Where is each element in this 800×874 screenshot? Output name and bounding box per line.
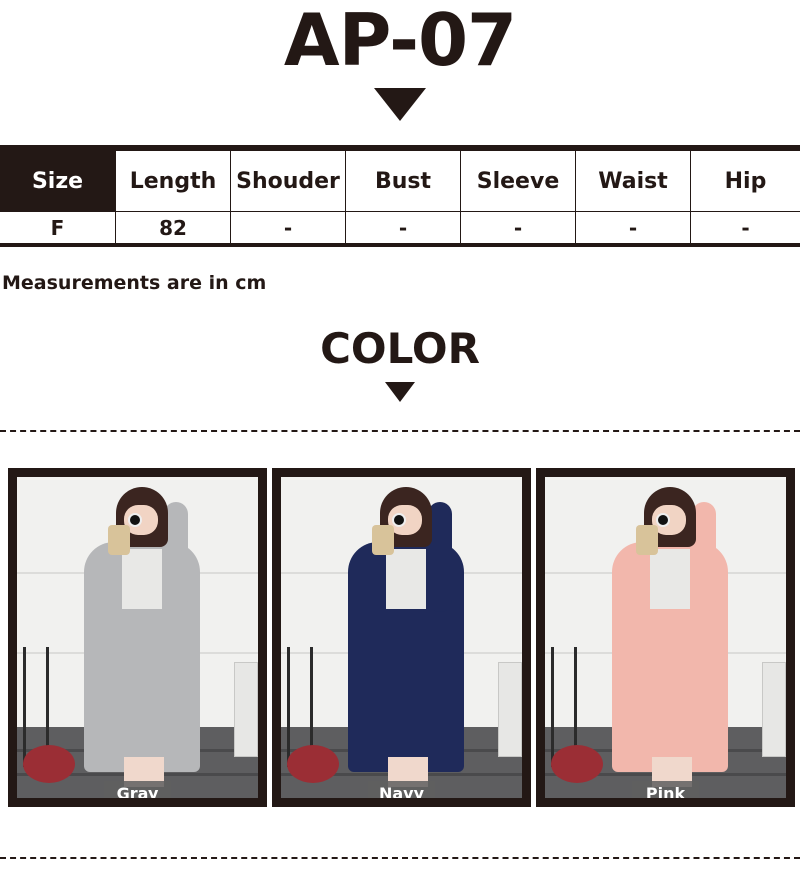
cell-hip: - xyxy=(741,215,750,240)
color-section-title: COLOR xyxy=(320,324,480,373)
cell-size: F xyxy=(0,212,116,243)
header-sleeve: Sleeve xyxy=(461,151,576,211)
down-triangle-icon xyxy=(374,88,426,121)
cell-sleeve: - xyxy=(461,212,576,243)
color-option-pink[interactable]: Pink xyxy=(536,468,795,807)
cell-bust: - xyxy=(346,212,461,243)
product-photo-pink: Pink xyxy=(545,477,786,798)
cell-shoulder: - xyxy=(231,212,346,243)
dashed-divider xyxy=(0,430,800,432)
header-shoulder: Shouder xyxy=(231,151,346,211)
down-triangle-icon xyxy=(385,382,415,402)
color-label-navy: Navy xyxy=(368,781,435,798)
cell-length: 82 xyxy=(116,212,231,243)
dashed-divider xyxy=(0,857,800,859)
color-option-navy[interactable]: Navy xyxy=(272,468,531,807)
header-waist: Waist xyxy=(576,151,691,211)
header-length: Length xyxy=(116,151,231,211)
product-photo-gray: Gray xyxy=(17,477,258,798)
color-label-pink: Pink xyxy=(632,781,699,798)
product-code-title: AP-07 xyxy=(283,0,517,82)
size-chart-header-row: Size Length Shouder Bust Sleeve Waist Hi… xyxy=(0,151,800,212)
size-chart-table: Size Length Shouder Bust Sleeve Waist Hi… xyxy=(0,145,800,247)
table-row: F 82 - - - - - xyxy=(0,212,800,243)
header-hip: Hip xyxy=(724,168,767,194)
color-option-gray[interactable]: Gray xyxy=(8,468,267,807)
header-bust: Bust xyxy=(346,151,461,211)
header-size: Size xyxy=(0,151,116,211)
measurement-note: Measurements are in cm xyxy=(2,272,267,294)
color-label-gray: Gray xyxy=(104,781,171,798)
product-photo-navy: Navy xyxy=(281,477,522,798)
cell-waist: - xyxy=(576,212,691,243)
